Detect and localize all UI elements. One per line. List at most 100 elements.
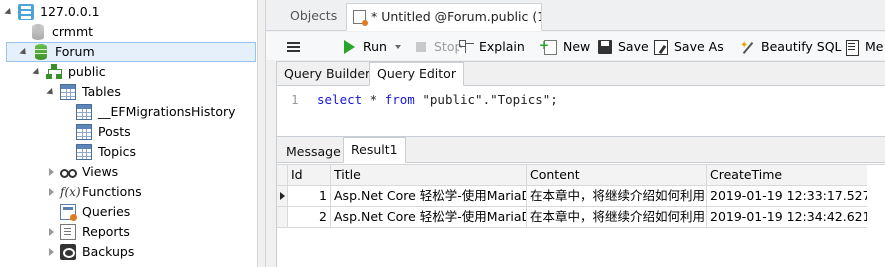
tree-group-functions[interactable]: f(x) Functions <box>46 182 142 202</box>
database-open-icon <box>35 44 47 60</box>
backups-icon <box>60 244 76 260</box>
save-label: Save <box>618 39 649 54</box>
beautify-sql-button[interactable]: Beautify SQL <box>740 35 842 58</box>
save-button[interactable]: Save <box>597 36 649 58</box>
query-toolbar: Run Stop Explain New Save Save As Beauti… <box>266 32 885 60</box>
tab-label: * Untitled @Forum.public (1... <box>371 9 542 24</box>
pane-splitter[interactable] <box>258 0 266 267</box>
tables-icon <box>60 84 76 100</box>
group-label: Queries <box>82 204 131 219</box>
tree-group-tables[interactable]: Tables <box>46 82 121 102</box>
document-tabs: Objects * Untitled @Forum.public (1... <box>266 0 885 31</box>
explain-button[interactable]: Explain <box>458 36 525 58</box>
expand-arrow-icon[interactable] <box>46 242 56 262</box>
expand-arrow-icon[interactable] <box>46 162 56 182</box>
expand-arrow-icon[interactable] <box>46 182 56 202</box>
reports-icon <box>60 224 76 240</box>
new-query-icon <box>539 34 558 56</box>
table-icon <box>76 144 92 160</box>
tree-database-forum[interactable]: Forum <box>6 42 256 62</box>
tree-group-reports[interactable]: Reports <box>46 222 130 242</box>
tree-group-backups[interactable]: Backups <box>46 242 134 262</box>
column-header-createtime[interactable]: CreateTime <box>707 165 867 186</box>
tree-schema-public[interactable]: public <box>32 62 106 82</box>
memo-label: Me <box>865 39 884 54</box>
tab-label: Query Editor <box>377 66 456 81</box>
beautify-label: Beautify SQL <box>761 39 842 54</box>
chevron-down-icon[interactable] <box>394 45 401 49</box>
column-header-id[interactable]: Id <box>288 165 331 186</box>
tab-untitled-query[interactable]: * Untitled @Forum.public (1... <box>346 3 542 31</box>
table-row[interactable]: 1 Asp.Net Core 轻松学-使用MariaDB 在本章中，将继续介绍如… <box>277 186 885 207</box>
cell-id[interactable]: 1 <box>288 186 331 207</box>
sql-editor[interactable]: 1 select * from "public"."Topics"; <box>277 87 885 137</box>
cell-createtime[interactable]: 2019-01-19 12:34:42.6216 <box>707 207 867 228</box>
column-header-title[interactable]: Title <box>331 165 527 186</box>
collapse-arrow-icon[interactable] <box>32 62 42 82</box>
explain-icon <box>458 39 474 55</box>
cell-content[interactable]: 在本章中，将继续介绍如何利用 E <box>527 186 707 207</box>
sql-text: "public"."Topics"; <box>414 92 558 107</box>
tree-table-topics[interactable]: Topics <box>72 142 136 162</box>
group-label: Views <box>82 164 119 179</box>
navigation-pane: 127.0.0.1 crmmt Forum public Tables __EF… <box>0 0 258 267</box>
result-grid[interactable]: Id Title Content CreateTime 1 Asp.Net Co… <box>277 164 885 267</box>
play-icon <box>342 39 358 55</box>
expand-arrow-icon[interactable] <box>46 222 56 242</box>
tab-result1[interactable]: Result1 <box>343 137 406 163</box>
collapse-arrow-icon[interactable] <box>19 42 29 62</box>
current-row-arrow-icon <box>280 192 285 200</box>
save-icon <box>597 39 613 55</box>
tree-database-crmmt[interactable]: crmmt <box>26 22 93 42</box>
tab-objects[interactable]: Objects <box>280 3 352 31</box>
sql-text: * <box>362 92 385 107</box>
collapse-arrow-icon[interactable] <box>46 82 56 102</box>
row-indicator <box>277 207 288 228</box>
cell-title[interactable]: Asp.Net Core 轻松学-使用MariaDB <box>331 186 527 207</box>
tab-label: Objects <box>290 8 338 23</box>
stop-icon <box>413 39 429 55</box>
tree-table-posts[interactable]: Posts <box>72 122 131 142</box>
tab-label: Message <box>286 144 341 159</box>
tree-server[interactable]: 127.0.0.1 <box>4 2 100 22</box>
group-label: Tables <box>82 84 121 99</box>
cell-createtime[interactable]: 2019-01-19 12:33:17.5277 <box>707 186 867 207</box>
save-as-button[interactable]: Save As <box>653 36 724 58</box>
table-row[interactable]: 2 Asp.Net Core 轻松学-使用MariaDB 在本章中，将继续介绍如… <box>277 207 885 228</box>
tab-query-editor[interactable]: Query Editor <box>369 62 464 86</box>
query-icon <box>353 10 368 26</box>
group-label: Functions <box>82 184 142 199</box>
cell-content[interactable]: 在本章中，将继续介绍如何利用 E <box>527 207 707 228</box>
table-label: __EFMigrationsHistory <box>98 104 236 119</box>
new-button[interactable]: New <box>539 34 590 58</box>
views-icon <box>60 164 77 180</box>
line-number: 1 <box>291 92 299 107</box>
stop-button[interactable]: Stop <box>413 36 462 58</box>
database-label: crmmt <box>52 24 94 39</box>
tab-message[interactable]: Message <box>279 141 348 164</box>
tab-label: Query Builder <box>284 66 371 81</box>
server-label: 127.0.0.1 <box>40 4 100 19</box>
server-connection-icon <box>18 4 34 20</box>
hamburger-icon <box>286 39 302 55</box>
menu-button[interactable] <box>286 36 304 58</box>
run-button[interactable]: Run <box>342 36 401 58</box>
memo-icon <box>844 39 860 56</box>
group-label: Reports <box>82 224 130 239</box>
sql-line[interactable]: select * from "public"."Topics"; <box>317 92 558 107</box>
row-indicator <box>277 186 288 207</box>
table-label: Posts <box>98 124 131 139</box>
tab-query-builder[interactable]: Query Builder <box>277 63 377 86</box>
cell-id[interactable]: 2 <box>288 207 331 228</box>
function-icon: f(x) <box>60 185 81 199</box>
magic-wand-icon <box>740 35 756 57</box>
grid-header-row: Id Title Content CreateTime <box>277 165 885 186</box>
tree-group-queries[interactable]: Queries <box>56 202 130 222</box>
tree-table-efmigrationshistory[interactable]: __EFMigrationsHistory <box>72 102 236 122</box>
run-label: Run <box>363 39 387 54</box>
memo-button[interactable]: Me <box>844 36 883 58</box>
collapse-arrow-icon[interactable] <box>4 2 14 22</box>
tree-group-views[interactable]: Views <box>46 162 118 182</box>
column-header-content[interactable]: Content <box>527 165 707 186</box>
cell-title[interactable]: Asp.Net Core 轻松学-使用MariaDB <box>331 207 527 228</box>
